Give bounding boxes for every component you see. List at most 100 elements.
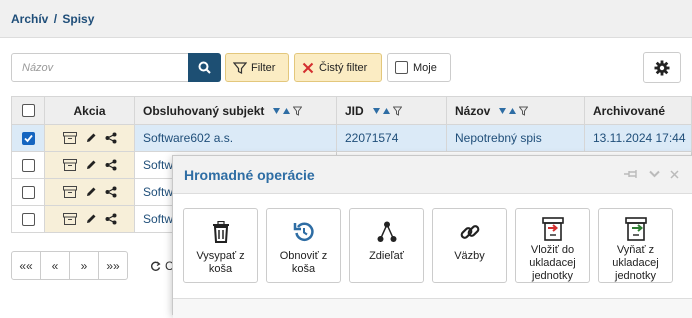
archived-cell: 13.11.2024 17:44 bbox=[585, 125, 692, 151]
share-icon[interactable] bbox=[105, 213, 117, 225]
sort-filter-icons[interactable] bbox=[272, 106, 303, 116]
bulk-operations-dialog: Hromadné operácie Vysypať z koša Obnoviť… bbox=[172, 155, 692, 318]
chevron-down-icon[interactable] bbox=[649, 170, 660, 178]
subject-text[interactable]: Softw bbox=[143, 212, 173, 226]
close-icon[interactable] bbox=[670, 169, 679, 179]
next-page-button[interactable]: » bbox=[69, 251, 99, 280]
row-select-cell bbox=[12, 179, 45, 205]
row-checkbox[interactable] bbox=[21, 131, 35, 145]
links-button[interactable]: Väzby bbox=[432, 208, 507, 283]
refresh-button[interactable]: C bbox=[150, 259, 174, 273]
sort-icon[interactable] bbox=[498, 107, 518, 115]
subject-link[interactable]: Software602 a.s. bbox=[135, 125, 337, 151]
row-select-cell bbox=[12, 206, 45, 232]
first-page-button[interactable]: «« bbox=[11, 251, 41, 280]
restore-icon bbox=[293, 222, 314, 242]
header-subject[interactable]: Obsluhovaný subjekt bbox=[135, 97, 337, 124]
op-label: Vysypať z koša bbox=[196, 250, 245, 275]
sort-icon[interactable] bbox=[372, 107, 392, 115]
name-text[interactable]: Nepotrebný spis bbox=[455, 131, 542, 145]
breadcrumb-separator: / bbox=[53, 12, 58, 26]
column-filter-icon[interactable] bbox=[519, 106, 529, 116]
column-filter-icon[interactable] bbox=[392, 106, 402, 116]
row-actions bbox=[45, 206, 135, 232]
row-actions bbox=[45, 125, 135, 151]
sort-icon[interactable] bbox=[272, 107, 292, 115]
header-archived[interactable]: Archivované bbox=[585, 97, 692, 124]
archive-box-icon[interactable] bbox=[62, 159, 77, 171]
trash-icon bbox=[212, 221, 229, 243]
select-all-checkbox[interactable] bbox=[21, 104, 35, 117]
clear-filter-label: Čistý filter bbox=[319, 61, 368, 74]
empty-trash-button[interactable]: Vysypať z koša bbox=[183, 208, 258, 283]
archived-text: 13.11.2024 17:44 bbox=[593, 131, 686, 145]
dialog-controls bbox=[623, 169, 679, 179]
dialog-footer bbox=[173, 298, 692, 318]
moje-checkbox[interactable] bbox=[395, 61, 408, 74]
header-subject-label: Obsluhovaný subjekt bbox=[143, 103, 265, 118]
link-icon bbox=[460, 225, 479, 239]
table-row[interactable]: Software602 a.s. 22071574 Nepotrebný spi… bbox=[11, 125, 692, 152]
pencil-icon[interactable] bbox=[85, 186, 97, 198]
share-icon[interactable] bbox=[105, 186, 117, 198]
op-label: Väzby bbox=[454, 250, 485, 262]
clear-filter-button[interactable]: Čistý filter bbox=[294, 53, 382, 82]
moje-label: Moje bbox=[413, 61, 437, 74]
share-icon bbox=[377, 221, 396, 242]
search-icon bbox=[198, 61, 211, 74]
pencil-icon[interactable] bbox=[85, 213, 97, 225]
breadcrumb-archive[interactable]: Archív bbox=[11, 12, 48, 26]
op-label: Zdieľať bbox=[369, 250, 404, 262]
breadcrumb-spisy[interactable]: Spisy bbox=[62, 12, 94, 26]
name-cell: Nepotrebný spis bbox=[447, 125, 585, 151]
refresh-icon bbox=[151, 261, 161, 271]
archive-box-icon[interactable] bbox=[62, 186, 77, 198]
share-operation-button[interactable]: Zdieľať bbox=[349, 208, 424, 283]
remove-storage-unit-button[interactable]: Vyňať z ukladacej jednotky bbox=[598, 208, 673, 283]
subject-text[interactable]: Softw bbox=[143, 158, 173, 172]
pencil-icon[interactable] bbox=[85, 132, 97, 144]
pin-icon[interactable] bbox=[623, 169, 639, 179]
dialog-title: Hromadné operácie bbox=[184, 167, 315, 183]
jid-text[interactable]: 22071574 bbox=[345, 131, 398, 145]
row-checkbox[interactable] bbox=[21, 185, 35, 199]
share-icon[interactable] bbox=[105, 132, 117, 144]
close-icon bbox=[302, 62, 314, 73]
top-bar: Archív / Spisy bbox=[0, 0, 692, 38]
pencil-icon[interactable] bbox=[85, 159, 97, 171]
insert-storage-unit-button[interactable]: Vložiť do ukladacej jednotky bbox=[515, 208, 590, 283]
op-label: Vložiť do ukladacej jednotky bbox=[529, 244, 576, 282]
sort-filter-icons[interactable] bbox=[498, 106, 529, 116]
archive-box-icon[interactable] bbox=[62, 213, 77, 225]
header-akcia: Akcia bbox=[45, 97, 135, 124]
row-checkbox[interactable] bbox=[21, 158, 35, 172]
filter-button[interactable]: Filter bbox=[225, 53, 289, 82]
last-page-button[interactable]: »» bbox=[98, 251, 128, 280]
operations-list: Vysypať z koša Obnoviť z koša Zdieľať Vä… bbox=[183, 208, 673, 283]
row-checkbox[interactable] bbox=[21, 212, 35, 226]
search-input[interactable] bbox=[11, 53, 189, 82]
row-actions bbox=[45, 179, 135, 205]
pagination: «« « » »» bbox=[11, 251, 128, 280]
jid-cell: 22071574 bbox=[337, 125, 447, 151]
search-button[interactable] bbox=[188, 53, 221, 82]
prev-page-button[interactable]: « bbox=[40, 251, 70, 280]
subject-text[interactable]: Software602 a.s. bbox=[143, 131, 233, 145]
restore-from-trash-button[interactable]: Obnoviť z koša bbox=[266, 208, 341, 283]
sort-filter-icons[interactable] bbox=[372, 106, 402, 116]
header-name-label: Názov bbox=[455, 103, 491, 118]
settings-button[interactable] bbox=[643, 52, 681, 83]
box-out-icon bbox=[624, 217, 647, 241]
breadcrumb: Archív / Spisy bbox=[11, 12, 94, 26]
column-filter-icon[interactable] bbox=[293, 106, 303, 116]
moje-toggle[interactable]: Moje bbox=[387, 53, 451, 82]
archive-box-icon[interactable] bbox=[62, 132, 77, 144]
filter-icon bbox=[233, 61, 247, 74]
share-icon[interactable] bbox=[105, 159, 117, 171]
header-name[interactable]: Názov bbox=[447, 97, 585, 124]
dialog-header: Hromadné operácie bbox=[173, 156, 692, 194]
subject-text[interactable]: Softw bbox=[143, 185, 173, 199]
filter-label: Filter bbox=[251, 61, 276, 74]
op-label: Obnoviť z koša bbox=[279, 250, 328, 275]
header-jid[interactable]: JID bbox=[337, 97, 447, 124]
